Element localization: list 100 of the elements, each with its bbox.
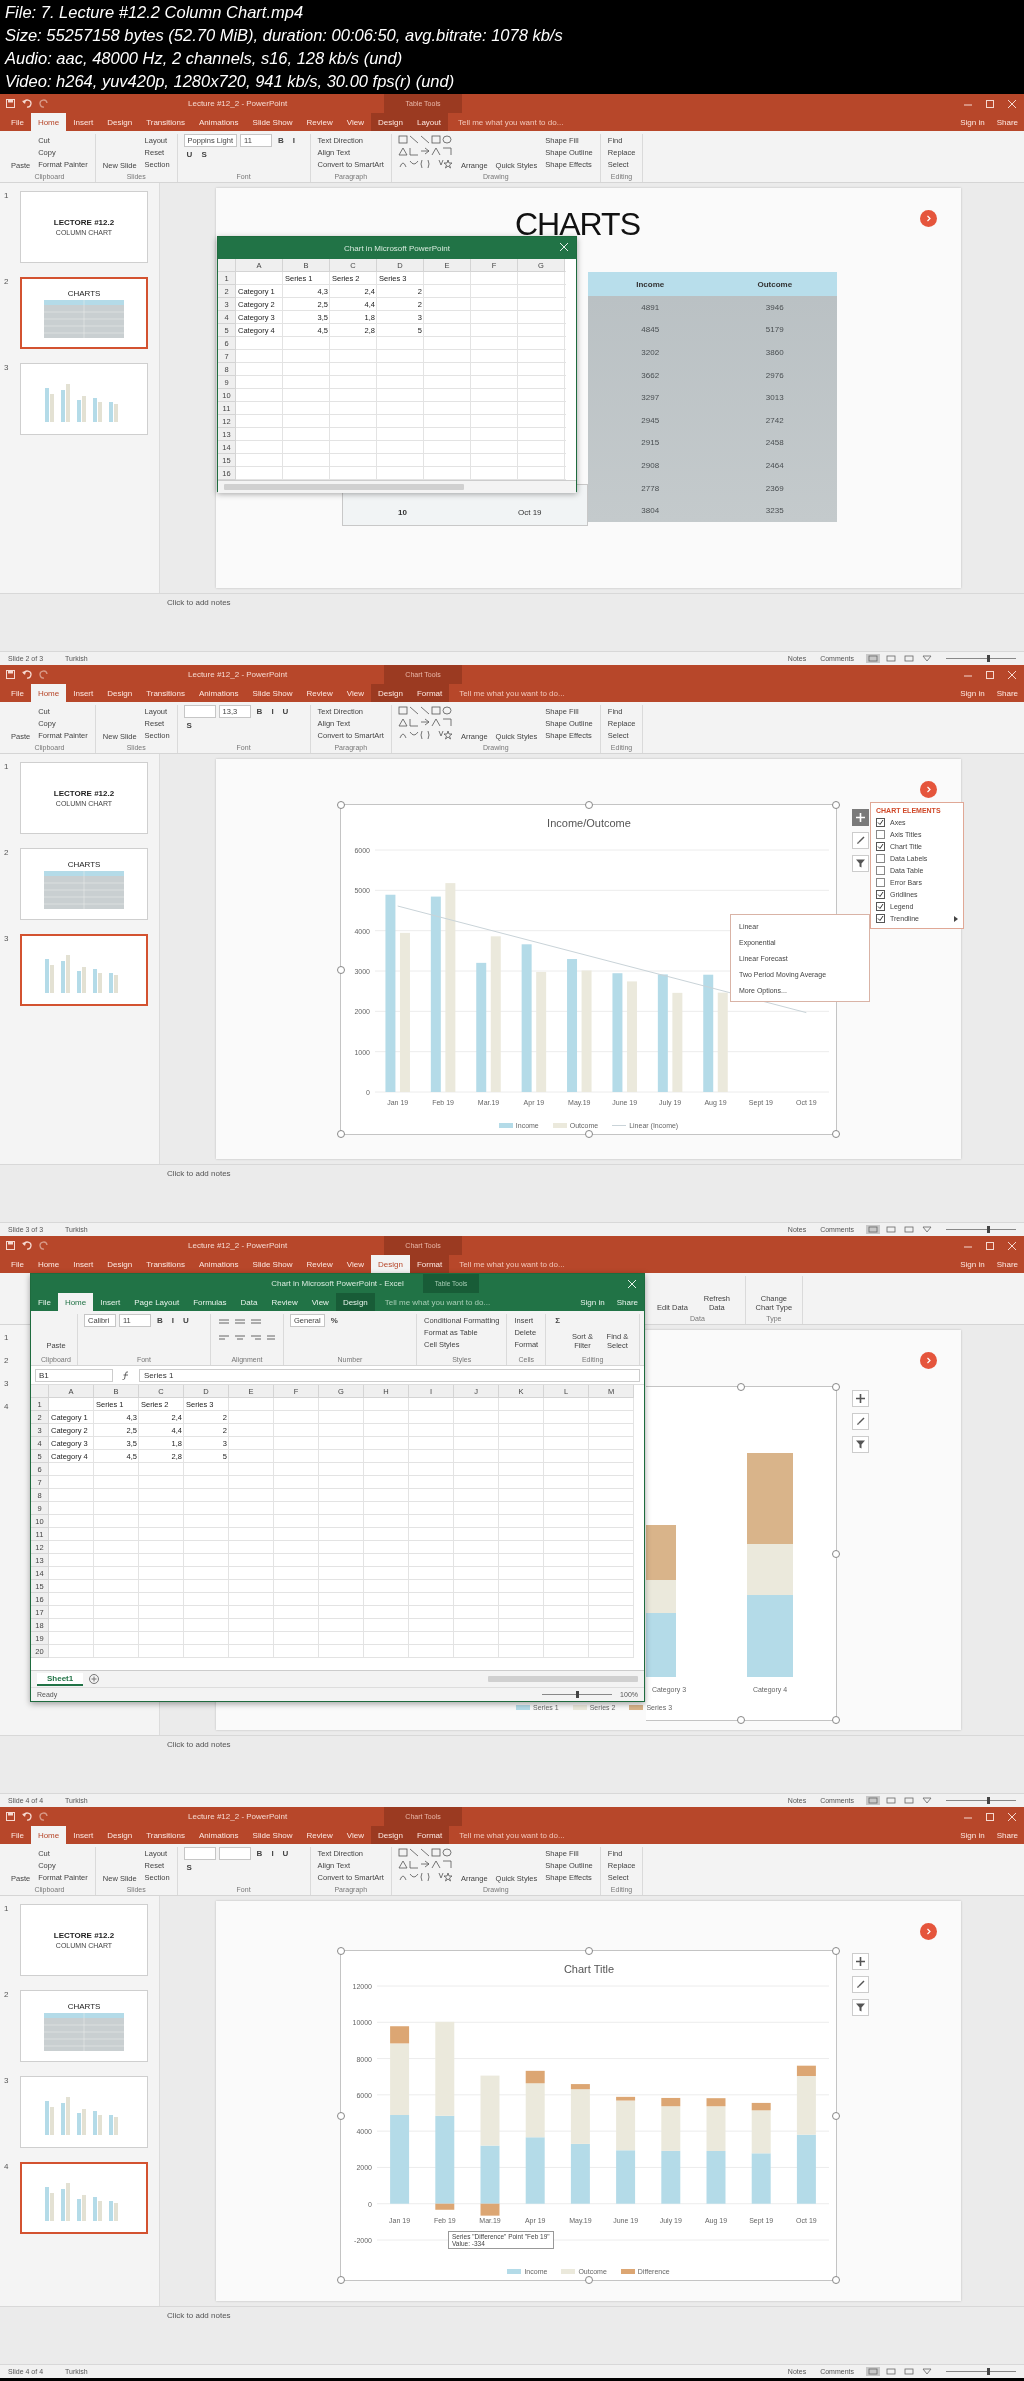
resize-handle[interactable] <box>737 1716 745 1724</box>
format-button[interactable]: U <box>183 150 196 159</box>
sign-in-link[interactable]: Sign in <box>954 1826 991 1844</box>
format-button[interactable]: I <box>268 1849 277 1858</box>
ribbon-tab[interactable]: Design <box>371 113 410 131</box>
zoom-slider-thumb[interactable] <box>987 1226 990 1233</box>
ribbon-tab[interactable]: Insert <box>66 684 101 702</box>
redo-icon[interactable] <box>39 1812 49 1821</box>
ribbon-tab[interactable]: View <box>304 1293 336 1311</box>
share-button[interactable]: Share <box>610 1293 644 1311</box>
ribbon-tab[interactable]: Animations <box>192 1255 246 1273</box>
chart-styles-button[interactable] <box>852 832 869 849</box>
format-button[interactable]: U <box>180 1316 192 1325</box>
ribbon-tab[interactable]: View <box>339 1826 372 1844</box>
tell-me-search[interactable]: Tell me what you want to do... <box>449 1255 575 1273</box>
chart-filters-button[interactable] <box>852 1999 869 2016</box>
undo-icon[interactable] <box>22 1812 32 1821</box>
sign-in-link[interactable]: Sign in <box>954 113 991 131</box>
ribbon-field[interactable] <box>183 1847 216 1860</box>
chart-styles-button[interactable] <box>852 1413 869 1430</box>
notes-placeholder[interactable]: Click to add notes <box>167 598 231 607</box>
horizontal-scrollbar[interactable] <box>488 1676 638 1682</box>
checkbox[interactable] <box>876 854 885 863</box>
format-button[interactable]: B <box>253 1849 266 1858</box>
ribbon-tab[interactable]: Formulas <box>186 1293 234 1311</box>
redo-icon[interactable] <box>39 99 49 108</box>
sign-in-link[interactable]: Sign in <box>954 1255 991 1273</box>
close-icon[interactable] <box>1008 670 1016 679</box>
redo-icon[interactable] <box>39 1241 49 1250</box>
ribbon-tab[interactable]: File <box>4 1255 31 1273</box>
ribbon-tab[interactable]: Design <box>371 684 410 702</box>
checkbox[interactable] <box>876 842 885 851</box>
close-icon[interactable] <box>628 1280 636 1288</box>
function-icon[interactable] <box>121 1370 131 1380</box>
redo-icon[interactable] <box>39 670 49 679</box>
close-icon[interactable] <box>1008 1812 1016 1821</box>
ribbon-tab[interactable]: Insert <box>66 1826 101 1844</box>
ribbon-tab[interactable]: Transitions <box>139 1255 192 1273</box>
name-box[interactable]: B1 <box>35 1368 113 1382</box>
checkbox[interactable] <box>876 902 885 911</box>
ribbon-tab[interactable]: Design <box>100 1255 140 1273</box>
undo-icon[interactable] <box>22 670 32 679</box>
resize-handle[interactable] <box>584 1130 593 1138</box>
ribbon-tab[interactable]: Design <box>100 684 140 702</box>
sign-in-link[interactable]: Sign in <box>954 684 991 702</box>
chart-elements-button[interactable] <box>852 1390 869 1407</box>
resize-handle[interactable] <box>832 801 840 809</box>
tell-me-search[interactable]: Tell me what you want to do... <box>449 684 575 702</box>
ribbon-tab[interactable]: Home <box>30 684 67 702</box>
undo-icon[interactable] <box>22 1241 32 1250</box>
ribbon-tab[interactable]: View <box>339 113 372 131</box>
ribbon-tab[interactable]: Design <box>100 1826 140 1844</box>
ribbon-tab[interactable]: File <box>31 1293 58 1311</box>
slide-thumbnail[interactable]: CHARTS <box>20 277 148 349</box>
save-icon[interactable] <box>6 1241 15 1250</box>
ribbon-tab[interactable]: Format <box>409 1255 450 1273</box>
checkbox[interactable] <box>876 914 885 923</box>
ribbon-tab[interactable]: Transitions <box>139 684 192 702</box>
share-button[interactable]: Share <box>990 113 1024 131</box>
resize-handle[interactable] <box>584 1947 593 1955</box>
notes-placeholder[interactable]: Click to add notes <box>167 1169 231 1178</box>
slide-thumbnail[interactable]: CHARTS <box>20 848 148 920</box>
resize-handle[interactable] <box>832 2111 840 2120</box>
share-button[interactable]: Share <box>990 1255 1024 1273</box>
resize-handle[interactable] <box>584 2276 593 2284</box>
ribbon-tab[interactable]: Slide Show <box>245 1826 300 1844</box>
format-button[interactable]: B <box>253 707 266 716</box>
ribbon-tab[interactable]: Transitions <box>139 1826 192 1844</box>
ribbon-tab[interactable]: File <box>4 684 31 702</box>
save-icon[interactable] <box>6 99 15 108</box>
save-icon[interactable] <box>6 1812 15 1821</box>
resize-handle[interactable] <box>832 1383 840 1391</box>
ribbon-tab[interactable]: Animations <box>192 113 246 131</box>
checkbox[interactable] <box>876 866 885 875</box>
resize-handle[interactable] <box>737 1383 745 1391</box>
ribbon-tab[interactable]: Home <box>30 113 67 131</box>
zoom-slider-thumb[interactable] <box>576 1691 580 1698</box>
maximize-icon[interactable] <box>986 1241 994 1250</box>
resize-handle[interactable] <box>832 1716 840 1724</box>
horizontal-scrollbar[interactable] <box>224 484 464 490</box>
checkbox[interactable] <box>876 890 885 899</box>
share-button[interactable]: Share <box>990 1826 1024 1844</box>
maximize-icon[interactable] <box>986 670 994 679</box>
resize-handle[interactable] <box>337 965 345 974</box>
ribbon-tab[interactable]: Review <box>299 113 340 131</box>
ribbon-tab[interactable]: Insert <box>66 113 101 131</box>
ribbon-field[interactable] <box>218 1847 251 1860</box>
maximize-icon[interactable] <box>986 99 994 108</box>
notes-placeholder[interactable]: Click to add notes <box>167 1740 231 1749</box>
resize-handle[interactable] <box>832 1549 840 1558</box>
sign-in-link[interactable]: Sign in <box>574 1293 611 1311</box>
ribbon-tab[interactable]: Transitions <box>139 113 192 131</box>
format-button[interactable]: I <box>289 136 299 145</box>
ribbon-tab[interactable]: Data <box>233 1293 265 1311</box>
ribbon-tab[interactable]: Home <box>30 1255 67 1273</box>
ribbon-tab[interactable]: File <box>4 1826 31 1844</box>
format-button[interactable]: S <box>198 150 210 159</box>
ribbon-tab[interactable]: Design <box>371 1255 410 1273</box>
close-icon[interactable] <box>560 243 568 251</box>
tell-me-search[interactable]: Tell me what you want to do... <box>374 1293 501 1311</box>
